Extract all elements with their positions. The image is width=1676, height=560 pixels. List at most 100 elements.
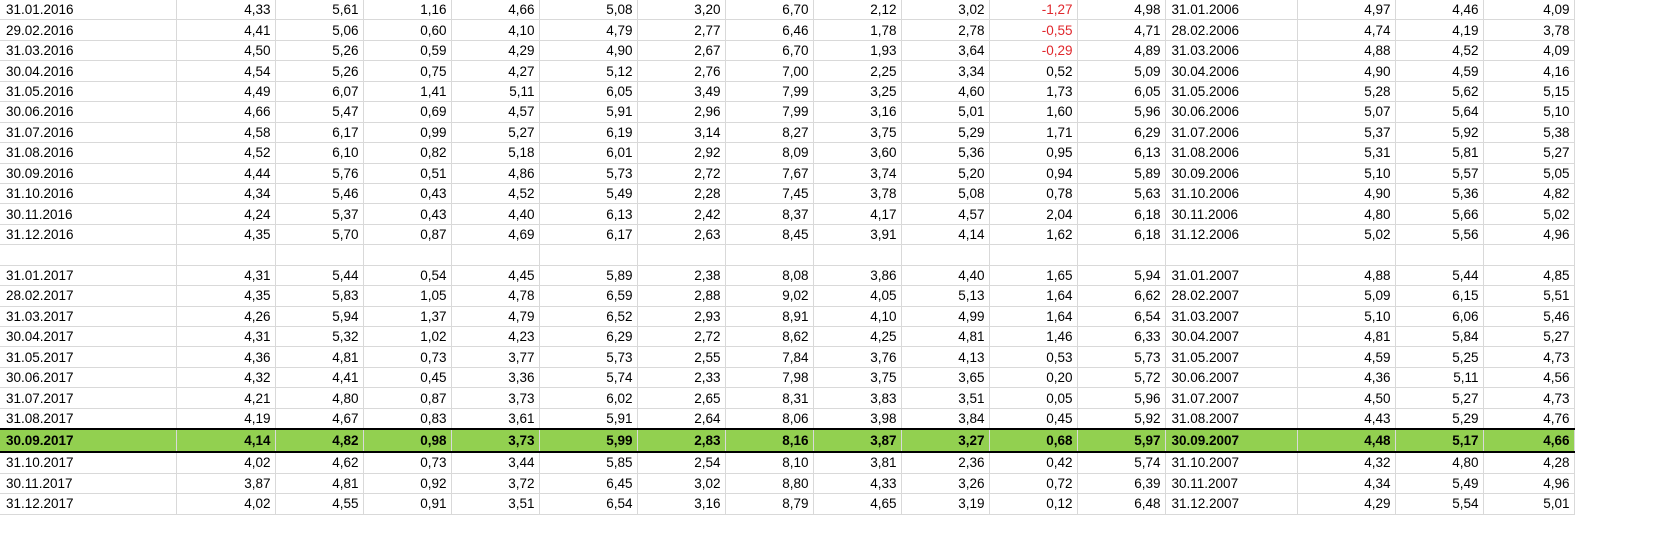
value-cell[interactable]: 4,62 bbox=[275, 452, 364, 474]
value-cell[interactable]: 5,08 bbox=[901, 183, 990, 205]
date-cell[interactable]: 31.10.2017 bbox=[0, 452, 177, 474]
value-cell[interactable]: 0,69 bbox=[363, 101, 452, 123]
value-cell[interactable] bbox=[363, 244, 452, 266]
value-cell[interactable]: 0,43 bbox=[363, 183, 452, 205]
value-cell[interactable]: 4,34 bbox=[1297, 473, 1396, 495]
value-cell[interactable]: 5,73 bbox=[1077, 346, 1166, 368]
value-cell[interactable]: 4,36 bbox=[176, 346, 276, 368]
value-cell[interactable]: 5,09 bbox=[1077, 60, 1166, 82]
value-cell[interactable]: 3,25 bbox=[813, 81, 902, 103]
value-cell[interactable]: 4,31 bbox=[176, 326, 276, 348]
value-cell[interactable]: 4,14 bbox=[176, 428, 276, 454]
value-cell[interactable] bbox=[813, 244, 902, 266]
value-cell[interactable]: 7,98 bbox=[725, 367, 814, 389]
date-cell[interactable]: 31.12.2007 bbox=[1165, 493, 1298, 515]
date-cell[interactable]: 31.03.2007 bbox=[1165, 306, 1298, 328]
value-cell[interactable]: 0,87 bbox=[363, 387, 452, 409]
date-cell[interactable]: 30.04.2007 bbox=[1165, 326, 1298, 348]
value-cell[interactable]: 5,94 bbox=[275, 306, 364, 328]
value-cell[interactable]: 5,81 bbox=[1395, 142, 1484, 164]
value-cell[interactable]: 5,08 bbox=[539, 0, 638, 21]
value-cell[interactable]: 3,02 bbox=[637, 473, 726, 495]
value-cell[interactable]: 3,77 bbox=[451, 346, 540, 368]
value-cell[interactable]: 0,99 bbox=[363, 122, 452, 144]
value-cell[interactable]: 4,45 bbox=[451, 265, 540, 287]
value-cell[interactable]: 5,29 bbox=[901, 122, 990, 144]
value-cell[interactable]: 3,27 bbox=[901, 428, 990, 454]
value-cell[interactable]: 4,52 bbox=[1395, 40, 1484, 62]
value-cell[interactable]: 3,75 bbox=[813, 122, 902, 144]
value-cell[interactable]: 4,78 bbox=[451, 285, 540, 307]
date-cell[interactable]: 31.10.2016 bbox=[0, 183, 177, 205]
value-cell[interactable]: 5,70 bbox=[275, 224, 364, 246]
date-cell[interactable]: 30.09.2017 bbox=[0, 428, 177, 454]
value-cell[interactable]: 5,96 bbox=[1077, 387, 1166, 409]
value-cell[interactable]: 7,84 bbox=[725, 346, 814, 368]
value-cell[interactable]: 4,13 bbox=[901, 346, 990, 368]
date-cell[interactable]: 31.12.2016 bbox=[0, 224, 177, 246]
value-cell[interactable]: 6,13 bbox=[539, 203, 638, 225]
value-cell[interactable] bbox=[901, 244, 990, 266]
value-cell[interactable]: 4,50 bbox=[1297, 387, 1396, 409]
value-cell[interactable]: 4,59 bbox=[1395, 60, 1484, 82]
value-cell[interactable]: 4,90 bbox=[539, 40, 638, 62]
value-cell[interactable]: 5,99 bbox=[539, 428, 638, 454]
value-cell[interactable]: 6,15 bbox=[1395, 285, 1484, 307]
value-cell[interactable]: 2,54 bbox=[637, 452, 726, 474]
value-cell[interactable]: 1,46 bbox=[989, 326, 1078, 348]
value-cell[interactable]: 4,44 bbox=[176, 163, 276, 184]
value-cell[interactable] bbox=[275, 244, 364, 266]
value-cell[interactable]: 0,72 bbox=[989, 473, 1078, 495]
value-cell[interactable]: -1,27 bbox=[989, 0, 1078, 21]
date-cell[interactable]: 31.12.2006 bbox=[1165, 224, 1298, 246]
value-cell[interactable]: 4,96 bbox=[1483, 473, 1575, 495]
value-cell[interactable]: 8,37 bbox=[725, 203, 814, 225]
value-cell[interactable]: 4,89 bbox=[1077, 40, 1166, 62]
date-cell[interactable]: 28.02.2017 bbox=[0, 285, 177, 307]
value-cell[interactable]: 3,81 bbox=[813, 452, 902, 474]
value-cell[interactable]: 4,52 bbox=[451, 183, 540, 205]
value-cell[interactable]: 3,19 bbox=[901, 493, 990, 515]
value-cell[interactable]: 4,19 bbox=[176, 408, 276, 430]
date-cell[interactable]: 31.03.2017 bbox=[0, 306, 177, 328]
value-cell[interactable]: 5,76 bbox=[275, 163, 364, 184]
date-cell[interactable]: 28.02.2006 bbox=[1165, 19, 1298, 41]
value-cell[interactable] bbox=[1077, 244, 1166, 266]
value-cell[interactable]: 5,18 bbox=[451, 142, 540, 164]
value-cell[interactable]: 0,73 bbox=[363, 346, 452, 368]
value-cell[interactable]: 4,32 bbox=[176, 367, 276, 389]
value-cell[interactable]: 0,60 bbox=[363, 19, 452, 41]
value-cell[interactable]: 3,76 bbox=[813, 346, 902, 368]
value-cell[interactable]: 0,52 bbox=[989, 60, 1078, 82]
value-cell[interactable]: 1,93 bbox=[813, 40, 902, 62]
value-cell[interactable]: 4,65 bbox=[813, 493, 902, 515]
value-cell[interactable]: 6,54 bbox=[539, 493, 638, 515]
value-cell[interactable]: 6,02 bbox=[539, 387, 638, 409]
value-cell[interactable]: 3,60 bbox=[813, 142, 902, 164]
value-cell[interactable]: 2,76 bbox=[637, 60, 726, 82]
date-cell[interactable]: 31.01.2006 bbox=[1165, 0, 1298, 21]
value-cell[interactable]: 0,45 bbox=[363, 367, 452, 389]
value-cell[interactable]: 5,01 bbox=[901, 101, 990, 123]
value-cell[interactable]: 2,77 bbox=[637, 19, 726, 41]
date-cell[interactable]: 30.06.2006 bbox=[1165, 101, 1298, 123]
value-cell[interactable]: 6,29 bbox=[1077, 122, 1166, 144]
value-cell[interactable]: 2,28 bbox=[637, 183, 726, 205]
value-cell[interactable]: 2,38 bbox=[637, 265, 726, 287]
value-cell[interactable]: 0,78 bbox=[989, 183, 1078, 205]
value-cell[interactable]: 4,88 bbox=[1297, 265, 1396, 287]
value-cell[interactable]: 5,85 bbox=[539, 452, 638, 474]
value-cell[interactable]: 4,60 bbox=[901, 81, 990, 103]
value-cell[interactable] bbox=[725, 244, 814, 266]
value-cell[interactable]: 2,04 bbox=[989, 203, 1078, 225]
value-cell[interactable]: 3,72 bbox=[451, 473, 540, 495]
value-cell[interactable]: 4,09 bbox=[1483, 0, 1575, 21]
value-cell[interactable]: 0,82 bbox=[363, 142, 452, 164]
date-cell[interactable]: 31.05.2016 bbox=[0, 81, 177, 103]
value-cell[interactable]: 8,09 bbox=[725, 142, 814, 164]
value-cell[interactable]: 6,05 bbox=[1077, 81, 1166, 103]
value-cell[interactable]: 4,29 bbox=[451, 40, 540, 62]
value-cell[interactable]: 6,13 bbox=[1077, 142, 1166, 164]
date-cell[interactable]: 31.07.2006 bbox=[1165, 122, 1298, 144]
value-cell[interactable]: 6,06 bbox=[1395, 306, 1484, 328]
